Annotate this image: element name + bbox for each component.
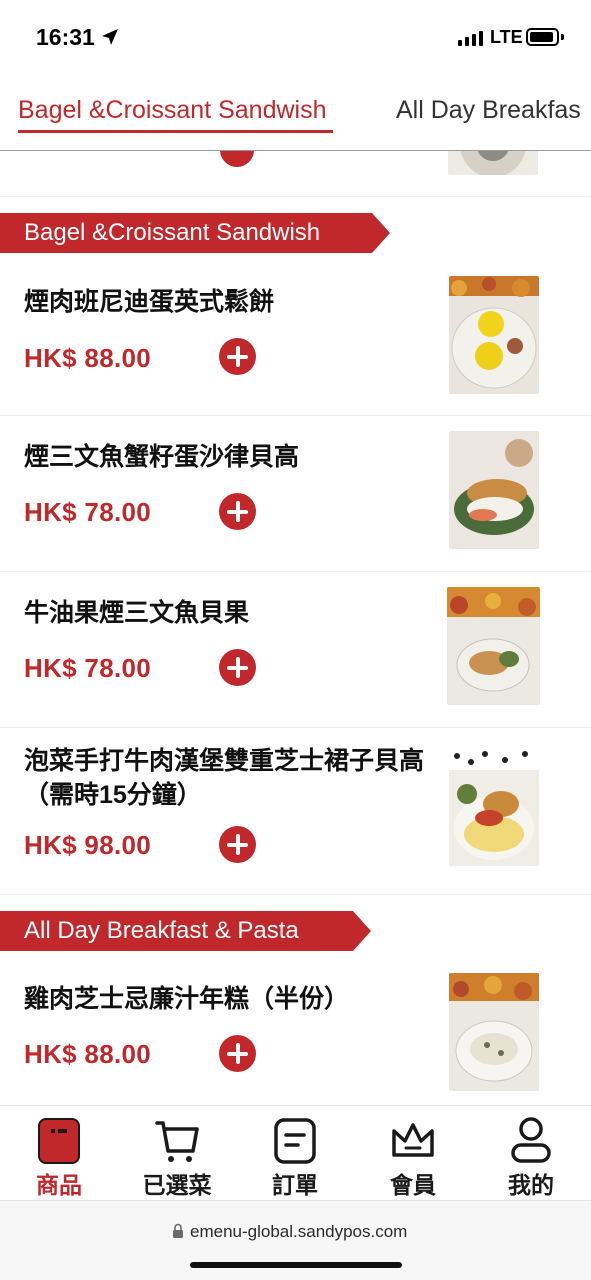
cart-icon [155, 1121, 199, 1162]
dish-photo [449, 431, 539, 549]
item-name: 雞肉芝士忌廉汁年糕（半份） [24, 985, 350, 1013]
battery-icon [526, 28, 559, 46]
tab-all-day-breakfast[interactable]: All Day Breakfas [396, 96, 581, 125]
product-bag-icon [38, 1118, 80, 1164]
add-item-button[interactable] [219, 826, 256, 863]
tab-bagel-croissant[interactable]: Bagel &Croissant Sandwish [18, 96, 327, 125]
network-type: LTE [490, 27, 523, 47]
menu-item-benedict[interactable]: 煙肉班尼迪蛋英式鬆餅 HK$ 88.00 [0, 258, 591, 416]
item-price: HK$ 88.00 [24, 1039, 151, 1069]
signal-bars-icon [458, 30, 483, 46]
dish-photo [449, 973, 539, 1091]
item-name: 煙肉班尼迪蛋英式鬆餅 [24, 288, 275, 316]
order-list-icon [274, 1118, 316, 1164]
item-price: HK$ 98.00 [24, 830, 151, 860]
dish-photo-partial [448, 151, 538, 175]
add-item-button[interactable] [219, 493, 256, 530]
nav-label: 商品 [36, 1172, 82, 1198]
menu-list[interactable]: Bagel &Croissant Sandwish 煙肉班尼迪蛋英式鬆餅 HK$… [0, 151, 591, 1105]
add-item-button[interactable] [219, 338, 256, 375]
menu-item-kimchi-burger[interactable]: 泡菜手打牛肉漢堡雙重芝士裙子貝高（需時15分鐘） HK$ 98.00 [0, 728, 591, 895]
home-indicator[interactable] [190, 1262, 402, 1268]
item-name: 牛油果煙三文魚貝果 [24, 599, 250, 627]
item-price: HK$ 78.00 [24, 653, 151, 683]
status-bar: 16:31 LTE [0, 0, 591, 72]
item-price: HK$ 88.00 [24, 343, 151, 373]
item-name: 泡菜手打牛肉漢堡雙重芝士裙子貝高（需時15分鐘） [24, 747, 425, 809]
location-arrow-icon [102, 29, 118, 45]
add-item-button[interactable] [219, 1035, 256, 1072]
list-item-partial [0, 151, 591, 197]
bottom-nav: 商品 已選菜 訂單 會員 我的 [0, 1105, 591, 1200]
nav-item-me[interactable]: 我的 [472, 1106, 590, 1201]
url-text: emenu-global.sandypos.com [190, 1222, 408, 1241]
section-title: All Day Breakfast & Pasta [24, 917, 299, 944]
status-time: 16:31 [36, 24, 95, 50]
menu-item-avocado-bagel[interactable]: 牛油果煙三文魚貝果 HK$ 78.00 [0, 572, 591, 728]
nav-item-products[interactable]: 商品 [0, 1106, 118, 1201]
nav-label: 已選菜 [142, 1172, 212, 1198]
section-banner-bagel: Bagel &Croissant Sandwish [0, 213, 372, 253]
menu-item-salmon-bagel[interactable]: 煙三文魚蟹籽蛋沙律貝高 HK$ 78.00 [0, 416, 591, 572]
browser-url-bar[interactable]: emenu-global.sandypos.com [0, 1200, 591, 1280]
person-icon [511, 1117, 551, 1163]
section-banner-breakfast-pasta: All Day Breakfast & Pasta [0, 911, 353, 951]
dish-photo [447, 587, 540, 705]
nav-item-member[interactable]: 會員 [354, 1106, 472, 1201]
active-tab-indicator [18, 130, 333, 133]
nav-label: 會員 [390, 1172, 436, 1198]
section-title: Bagel &Croissant Sandwish [24, 219, 321, 246]
add-item-button[interactable] [219, 649, 256, 686]
nav-item-cart[interactable]: 已選菜 [118, 1106, 236, 1201]
nav-label: 我的 [508, 1172, 554, 1198]
dish-photo [449, 748, 539, 866]
dish-photo [449, 276, 539, 394]
item-price: HK$ 78.00 [24, 497, 151, 527]
lock-icon [173, 1223, 183, 1238]
category-tabs: Bagel &Croissant Sandwish All Day Breakf… [0, 72, 591, 151]
add-button-partial[interactable] [220, 151, 254, 167]
nav-label: 訂單 [272, 1172, 318, 1198]
item-name: 煙三文魚蟹籽蛋沙律貝高 [24, 443, 300, 471]
crown-icon [392, 1123, 434, 1157]
nav-item-orders[interactable]: 訂單 [236, 1106, 354, 1201]
menu-item-chicken-rice-cake[interactable]: 雞肉芝士忌廉汁年糕（半份） HK$ 88.00 [0, 956, 591, 1105]
